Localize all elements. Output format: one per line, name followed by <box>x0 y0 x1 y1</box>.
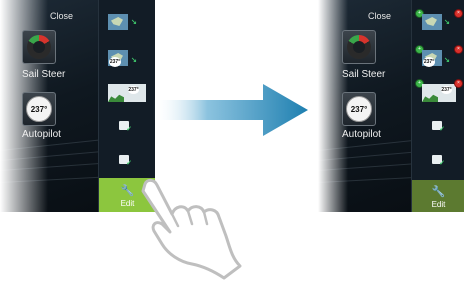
autopilot-dial-icon: 237° <box>346 96 372 122</box>
dial-center <box>33 41 45 53</box>
autopilot-label: Autopilot <box>342 129 381 140</box>
mini-dial-icon: 237° <box>109 57 121 67</box>
autopilot-tile[interactable]: 237° <box>342 92 376 126</box>
autopilot-dial-icon: 237° <box>26 96 52 122</box>
chart-graph-icon: ↘ <box>444 57 450 64</box>
sonar-icon <box>422 94 438 102</box>
close-button[interactable]: Close <box>368 11 391 21</box>
remove-badge-icon[interactable]: × <box>454 79 463 88</box>
sonar-icon <box>108 94 124 102</box>
mini-dial-icon: 237° <box>128 86 139 94</box>
favorites-strip: + ↘ × + 237° ↘ × + 237° × ✓ ✓ 🔧 Edit <box>411 0 464 212</box>
sail-steer-tile[interactable] <box>22 30 56 64</box>
right-arrow-icon <box>153 84 308 136</box>
autopilot-label: Autopilot <box>22 129 61 140</box>
page-icon[interactable]: ✓ <box>432 121 445 133</box>
hand-gesture-icon <box>141 178 242 280</box>
mini-dial-icon: 237° <box>423 57 435 67</box>
close-button[interactable]: Close <box>50 11 73 21</box>
dial-center <box>353 41 365 53</box>
sail-steer-tile[interactable] <box>342 30 376 64</box>
chart-graph-icon: ↘ <box>444 19 450 26</box>
wrench-icon: 🔧 <box>431 186 446 198</box>
chart-graph-icon: ↘ <box>131 19 137 26</box>
combo-page-thumb[interactable]: 237° <box>108 84 146 102</box>
edit-label: Edit <box>431 200 446 209</box>
sail-steer-label: Sail Steer <box>342 69 386 80</box>
chart-thumb-icon[interactable] <box>422 14 442 30</box>
autopilot-dial-value: 237° <box>30 105 48 114</box>
edit-button[interactable]: 🔧 Edit <box>412 180 464 212</box>
chart-graph-icon: ↘ <box>131 57 137 64</box>
page-icon[interactable]: ✓ <box>119 155 132 167</box>
remove-badge-icon[interactable]: × <box>454 45 463 54</box>
autopilot-tile[interactable]: 237° <box>22 92 56 126</box>
combo-page-thumb[interactable]: 237° <box>422 84 456 102</box>
chart-thumb-icon[interactable] <box>108 14 128 30</box>
page-icon[interactable]: ✓ <box>119 121 132 133</box>
mini-dial-icon: 237° <box>441 86 452 94</box>
sail-steer-label: Sail Steer <box>22 69 66 80</box>
screen-after: Close Sail Steer 237° Autopilot + ↘ × + … <box>318 0 464 212</box>
page-icon[interactable]: ✓ <box>432 155 445 167</box>
autopilot-dial-value: 237° <box>350 105 368 114</box>
remove-badge-icon[interactable]: × <box>454 9 463 18</box>
